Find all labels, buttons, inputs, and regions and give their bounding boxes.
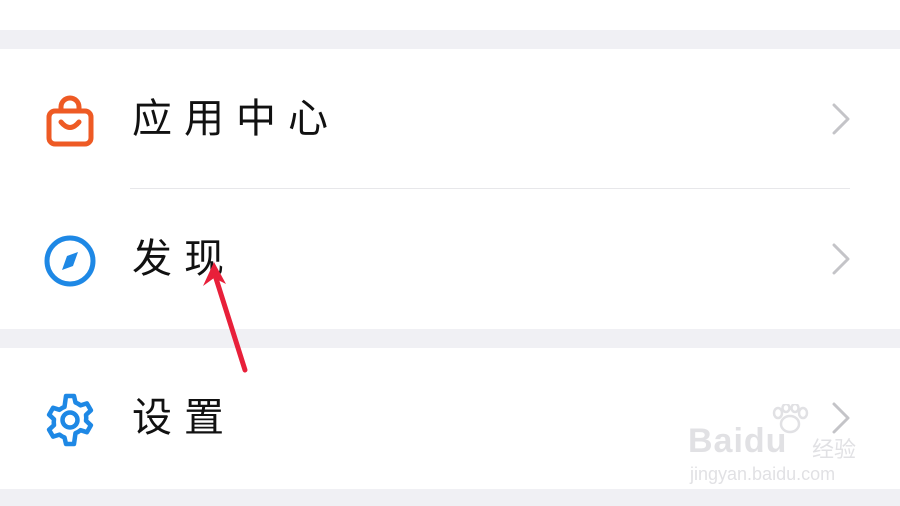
screen: 应用中心 发现 设置 Baidu 经验 jingyan.baidu.com: [0, 0, 900, 506]
chevron-right-icon: [826, 101, 856, 137]
gear-icon: [42, 392, 98, 448]
chevron-right-icon: [826, 241, 856, 277]
shopping-bag-icon: [42, 93, 98, 149]
list-item-label: 发现: [132, 236, 236, 282]
watermark-sub: 经验: [812, 438, 857, 463]
list-item-label: 设置: [132, 395, 236, 441]
compass-icon: [42, 233, 98, 289]
watermark-url: jingyan.baidu.com: [690, 464, 836, 484]
list-item-discover[interactable]: 发现: [0, 189, 900, 329]
settings-card-primary: 应用中心 发现: [0, 49, 900, 329]
list-item-app-center[interactable]: 应用中心: [0, 49, 900, 189]
watermark-brand: Baidu: [688, 422, 788, 460]
baidu-watermark: Baidu 经验 jingyan.baidu.com: [688, 404, 868, 494]
top-band: [0, 0, 900, 30]
list-item-label: 应用中心: [132, 96, 340, 142]
